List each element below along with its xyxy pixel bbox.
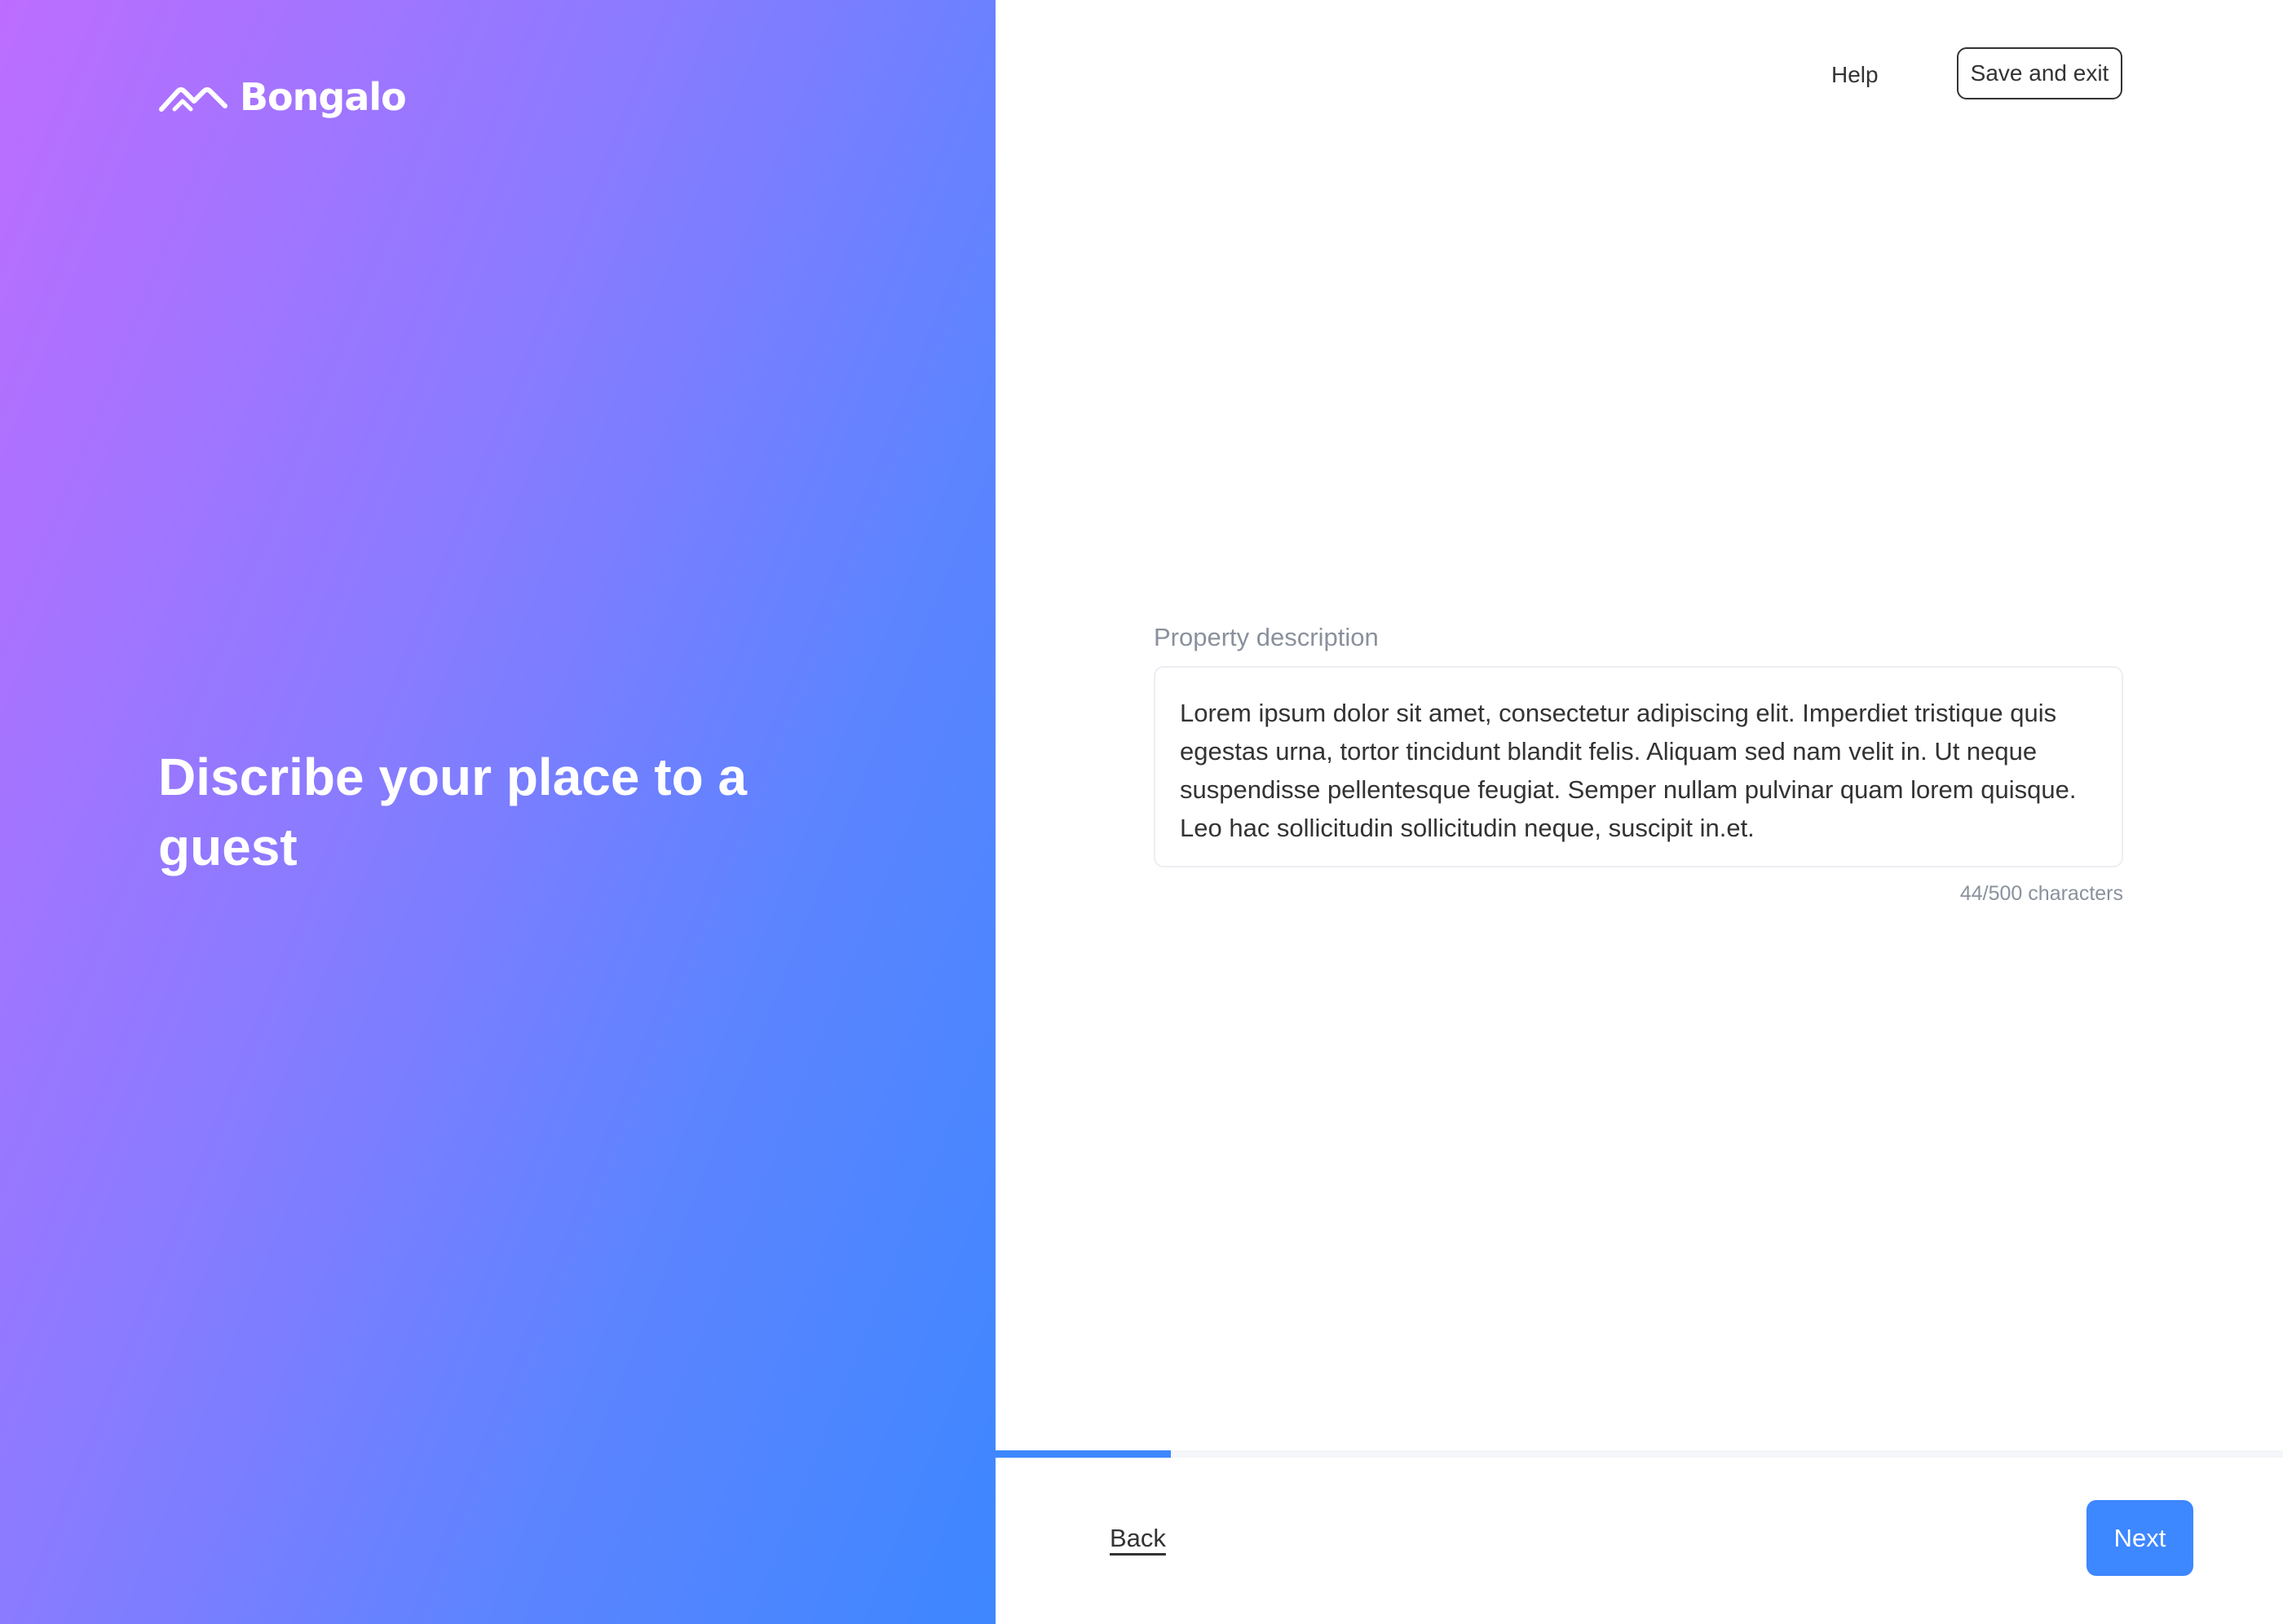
content-panel: Help Save and exit Property description …: [996, 0, 2283, 1624]
save-and-exit-button[interactable]: Save and exit: [1957, 47, 2122, 99]
page-headline: Discribe your place to a guest: [158, 748, 748, 876]
progress-bar: [996, 1450, 2283, 1458]
brand-logo[interactable]: Bongalo: [158, 75, 407, 119]
brand-name: Bongalo: [240, 75, 407, 119]
roof-arrow-logo-icon: [159, 87, 227, 112]
help-link[interactable]: Help: [1831, 59, 1879, 91]
next-button[interactable]: Next: [2086, 1500, 2193, 1576]
character-counter: 44/500 characters: [1959, 882, 2123, 905]
back-button[interactable]: Back: [1110, 1520, 1166, 1556]
page: Bongalo Discribe your place to a guest H…: [0, 0, 2283, 1624]
progress-bar-fill: [996, 1450, 1171, 1458]
property-description-textarea[interactable]: Lorem ipsum dolor sit amet, consectetur …: [1154, 666, 2123, 867]
property-description-label: Property description: [1154, 623, 1379, 651]
hero-panel: Bongalo Discribe your place to a guest: [0, 0, 996, 1624]
